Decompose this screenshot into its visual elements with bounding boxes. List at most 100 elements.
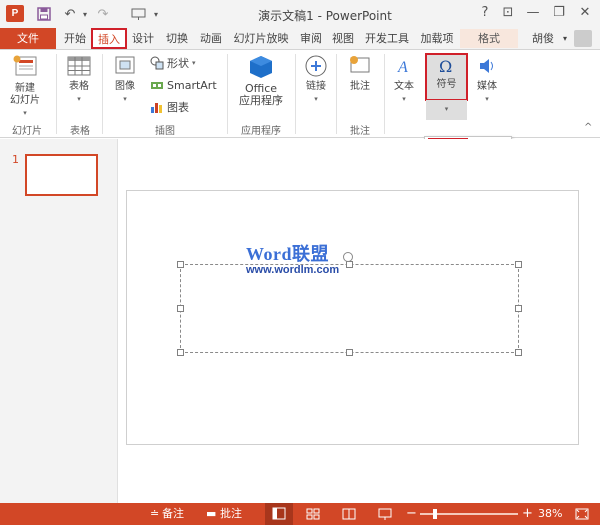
powerpoint-app-icon[interactable]: P (6, 5, 24, 22)
tab-design[interactable]: 设计 (128, 29, 158, 48)
chevron-down-icon: ▾ (123, 95, 127, 103)
slide-sorter-icon (306, 508, 320, 520)
tab-home[interactable]: 开始 (60, 29, 90, 48)
tab-slideshow[interactable]: 幻灯片放映 (228, 29, 294, 48)
notes-button[interactable]: 备注 (162, 506, 184, 522)
ribbon-separator (56, 54, 57, 134)
normal-view-button[interactable] (265, 503, 293, 525)
media-button[interactable]: 媒体 ▾ (470, 54, 504, 105)
save-icon[interactable] (34, 4, 54, 24)
user-name[interactable]: 胡俊 (526, 29, 560, 48)
new-slide-label-1: 新建 (15, 83, 35, 94)
ribbon-display-options-icon[interactable]: ⊡ (497, 3, 519, 23)
content-placeholder[interactable] (180, 264, 519, 353)
tab-review[interactable]: 审阅 (296, 29, 326, 48)
ribbon-separator (227, 54, 228, 134)
comments-icon[interactable]: ▬ (206, 506, 216, 522)
smartart-button[interactable]: SmartArt (150, 77, 217, 93)
ribbon-tabs: 文件 开始 插入 设计 切换 动画 幻灯片放映 审阅 视图 开发工具 加载项 格… (0, 28, 600, 49)
chevron-down-icon: ▾ (444, 105, 449, 113)
redo-icon[interactable]: ↷ (95, 4, 111, 24)
collapse-ribbon-icon[interactable]: ^ (584, 122, 592, 133)
rotate-handle-icon[interactable] (343, 252, 353, 262)
link-icon (305, 55, 327, 77)
resize-handle[interactable] (515, 261, 522, 268)
zoom-level[interactable]: 38% (538, 506, 562, 522)
slide-number: 1 (12, 153, 19, 166)
svg-text:A: A (397, 59, 408, 76)
group-label-images: 插图 (155, 126, 175, 137)
image-icon (115, 56, 135, 74)
resize-handle[interactable] (515, 305, 522, 312)
resize-handle[interactable] (177, 349, 184, 356)
reading-view-button[interactable] (341, 506, 357, 522)
tab-view[interactable]: 视图 (328, 29, 358, 48)
window-title: 演示文稿1 - PowerPoint (258, 9, 392, 23)
zoom-out-button[interactable]: − (406, 506, 417, 522)
shapes-button[interactable]: 形状 ▾ (150, 55, 196, 71)
resize-handle[interactable] (346, 261, 353, 268)
media-label: 媒体 (477, 81, 497, 92)
fit-slide-button[interactable] (574, 506, 590, 522)
customize-qat-icon[interactable]: ▾ (150, 4, 162, 24)
new-slide-button[interactable]: 新建 幻灯片 ▾ (2, 54, 48, 119)
watermark-brand: Word联盟 (246, 244, 330, 264)
restore-icon[interactable]: ❐ (548, 3, 570, 23)
text-label: 文本 (394, 81, 414, 92)
table-label: 表格 (69, 81, 89, 92)
symbols-button[interactable]: Ω 符号 (425, 53, 468, 101)
slideshow-button[interactable] (377, 506, 393, 522)
present-from-beginning-icon[interactable] (128, 4, 148, 24)
tab-developer[interactable]: 开发工具 (360, 29, 414, 48)
minimize-icon[interactable]: — (522, 3, 544, 23)
notes-icon[interactable]: ≐ (150, 506, 159, 522)
comment-button[interactable]: 批注 (340, 54, 380, 93)
chevron-down-icon: ▾ (192, 59, 196, 67)
group-label-comments: 批注 (350, 126, 370, 137)
chart-button[interactable]: 图表 (150, 99, 189, 115)
zoom-in-button[interactable]: + (522, 506, 533, 522)
ribbon: 新建 幻灯片 ▾ 幻灯片 表格 ▾ 表格 图像 ▾ 形状 ▾ SmartArt … (0, 49, 600, 138)
svg-text:Ω: Ω (439, 57, 452, 76)
undo-dropdown-icon[interactable]: ▾ (80, 4, 90, 24)
help-icon[interactable]: ? (474, 3, 496, 23)
user-caret-icon[interactable]: ▾ (560, 29, 570, 48)
tab-insert[interactable]: 插入 (91, 28, 127, 49)
tab-animations[interactable]: 动画 (196, 29, 226, 48)
ribbon-separator (295, 54, 296, 134)
avatar[interactable] (574, 30, 592, 47)
zoom-slider-thumb[interactable] (433, 509, 437, 519)
comment-label: 批注 (350, 81, 370, 92)
ribbon-separator (336, 54, 337, 134)
resize-handle[interactable] (177, 261, 184, 268)
office-apps-label-2: 应用程序 (239, 94, 283, 107)
text-icon: A (397, 59, 408, 76)
new-slide-icon (13, 55, 37, 76)
resize-handle[interactable] (346, 349, 353, 356)
tab-transitions[interactable]: 切换 (160, 29, 194, 48)
tab-addins[interactable]: 加载项 (416, 29, 458, 48)
table-button[interactable]: 表格 ▾ (62, 54, 96, 105)
tab-file[interactable]: 文件 (0, 28, 56, 49)
close-icon[interactable]: ✕ (574, 3, 596, 23)
links-button[interactable]: 链接 ▾ (298, 54, 334, 105)
office-store-icon (250, 56, 272, 78)
resize-handle[interactable] (515, 349, 522, 356)
slide-thumbnail[interactable] (25, 154, 98, 196)
slide-sorter-button[interactable] (305, 506, 321, 522)
text-button[interactable]: A 文本 ▾ (388, 54, 420, 105)
ribbon-separator (384, 54, 385, 134)
undo-icon[interactable]: ↶ (62, 4, 78, 24)
chevron-down-icon: ▾ (402, 95, 406, 103)
group-label-slides: 幻灯片 (12, 126, 42, 137)
image-button[interactable]: 图像 ▾ (106, 54, 144, 105)
title-bar: P ↶ ▾ ↷ ▾ 演示文稿1 - PowerPoint ? ⊡ — ❐ ✕ (0, 0, 600, 28)
table-icon (67, 56, 91, 76)
tab-format[interactable]: 格式 (460, 29, 518, 48)
resize-handle[interactable] (177, 305, 184, 312)
symbols-caret-area[interactable]: ▾ (426, 100, 467, 120)
shapes-icon (150, 56, 164, 70)
smartart-label: SmartArt (167, 78, 217, 92)
office-apps-button[interactable]: Office 应用程序 (230, 54, 292, 107)
comments-button[interactable]: 批注 (220, 506, 242, 522)
